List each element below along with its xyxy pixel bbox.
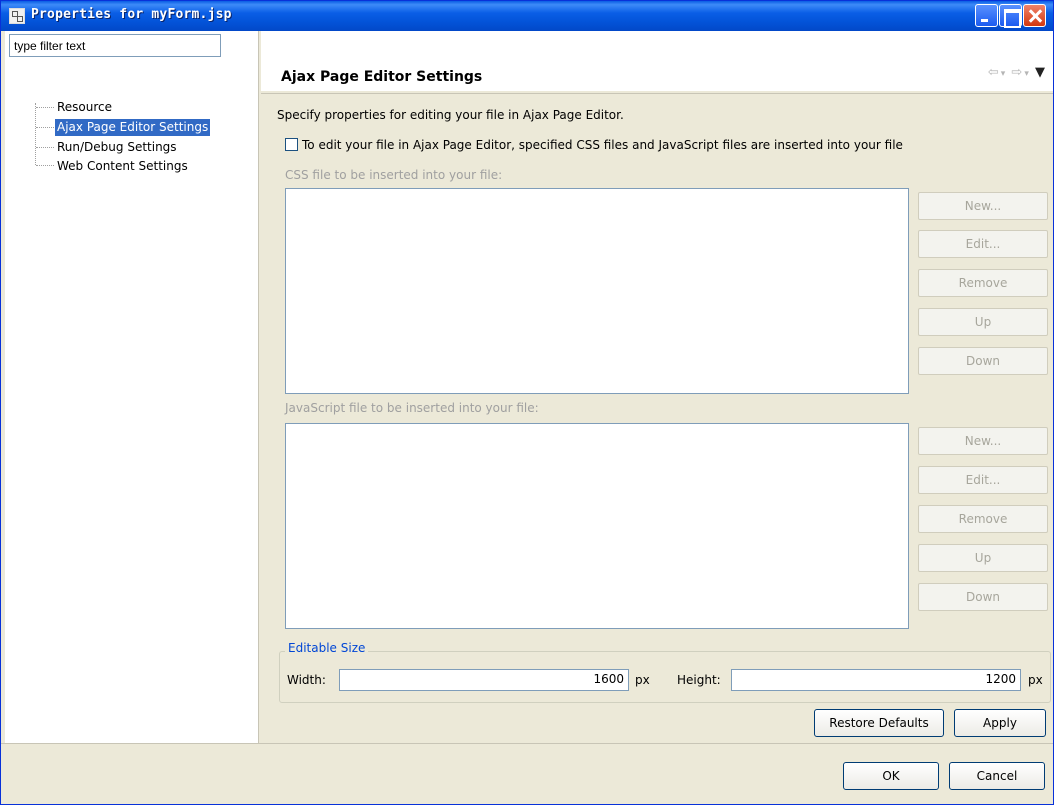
css-edit-button[interactable]: Edit... <box>918 230 1048 258</box>
tree-connector <box>36 147 54 148</box>
settings-page: Ajax Page Editor Settings ⇦ ▾ ⇨ ▾ ▼ Specif… <box>261 31 1053 743</box>
tree-connector <box>36 107 54 108</box>
dropdown-icon[interactable]: ▾ <box>1001 69 1006 79</box>
tree-connector <box>36 127 54 128</box>
tree-item-ajax-page-editor-settings[interactable]: Ajax Page Editor Settings <box>55 119 211 136</box>
js-file-list[interactable] <box>285 423 909 629</box>
forward-arrow-icon[interactable]: ⇨ <box>1011 65 1022 80</box>
filter-input[interactable] <box>9 34 221 57</box>
tree-item-resource[interactable]: Resource <box>55 99 114 116</box>
insert-files-checkbox-label: To edit your file in Ajax Page Editor, s… <box>302 138 903 152</box>
page-description: Specify properties for editing your file… <box>277 108 624 122</box>
height-unit: px <box>1028 673 1043 687</box>
apply-button[interactable]: Apply <box>954 709 1046 737</box>
dropdown-icon[interactable]: ▾ <box>1024 69 1029 79</box>
css-new-button[interactable]: New... <box>918 192 1048 220</box>
width-label: Width: <box>287 673 326 687</box>
tree-item-run-debug-settings[interactable]: Run/Debug Settings <box>55 139 179 156</box>
css-section-label: CSS file to be inserted into your file: <box>285 168 503 182</box>
js-down-button[interactable]: Down <box>918 583 1048 611</box>
js-up-button[interactable]: Up <box>918 544 1048 572</box>
close-button[interactable] <box>1023 4 1046 27</box>
insert-files-checkbox-row[interactable]: To edit your file in Ajax Page Editor, s… <box>285 138 903 152</box>
js-edit-button[interactable]: Edit... <box>918 466 1048 494</box>
maximize-button[interactable] <box>999 4 1022 28</box>
tree-item-web-content-settings[interactable]: Web Content Settings <box>55 158 190 175</box>
css-down-button[interactable]: Down <box>918 347 1048 375</box>
restore-defaults-button[interactable]: Restore Defaults <box>814 709 944 737</box>
ok-button[interactable]: OK <box>843 762 939 790</box>
css-remove-button[interactable]: Remove <box>918 269 1048 297</box>
tree-connector <box>36 165 54 166</box>
minimize-button[interactable] <box>975 4 998 27</box>
width-unit: px <box>635 673 650 687</box>
height-field[interactable]: 1200 <box>731 669 1021 691</box>
insert-files-checkbox[interactable] <box>285 138 298 151</box>
page-header: Ajax Page Editor Settings ⇦ ▾ ⇨ ▾ ▼ <box>261 31 1053 91</box>
window-title: Properties for myForm.jsp <box>31 7 232 22</box>
sidebar: Resource Ajax Page Editor Settings Run/D… <box>5 31 259 743</box>
js-new-button[interactable]: New... <box>918 427 1048 455</box>
footer-divider <box>1 743 1053 744</box>
css-up-button[interactable]: Up <box>918 308 1048 336</box>
width-field[interactable]: 1600 <box>339 669 629 691</box>
header-divider <box>261 93 1053 94</box>
tree-connector <box>35 103 36 165</box>
properties-icon <box>9 8 25 24</box>
cancel-button[interactable]: Cancel <box>949 762 1045 790</box>
view-menu-icon[interactable]: ▼ <box>1035 65 1045 80</box>
properties-dialog: Properties for myForm.jsp Resource Ajax … <box>0 0 1054 805</box>
title-bar: Properties for myForm.jsp <box>1 1 1053 31</box>
navigation-toolbar: ⇦ ▾ ⇨ ▾ ▼ <box>986 65 1045 80</box>
page-title: Ajax Page Editor Settings <box>281 69 483 85</box>
js-section-label: JavaScript file to be inserted into your… <box>285 401 539 415</box>
back-arrow-icon[interactable]: ⇦ <box>988 65 999 80</box>
css-file-list[interactable] <box>285 188 909 394</box>
height-label: Height: <box>677 673 721 687</box>
editable-size-title: Editable Size <box>285 641 369 655</box>
js-remove-button[interactable]: Remove <box>918 505 1048 533</box>
